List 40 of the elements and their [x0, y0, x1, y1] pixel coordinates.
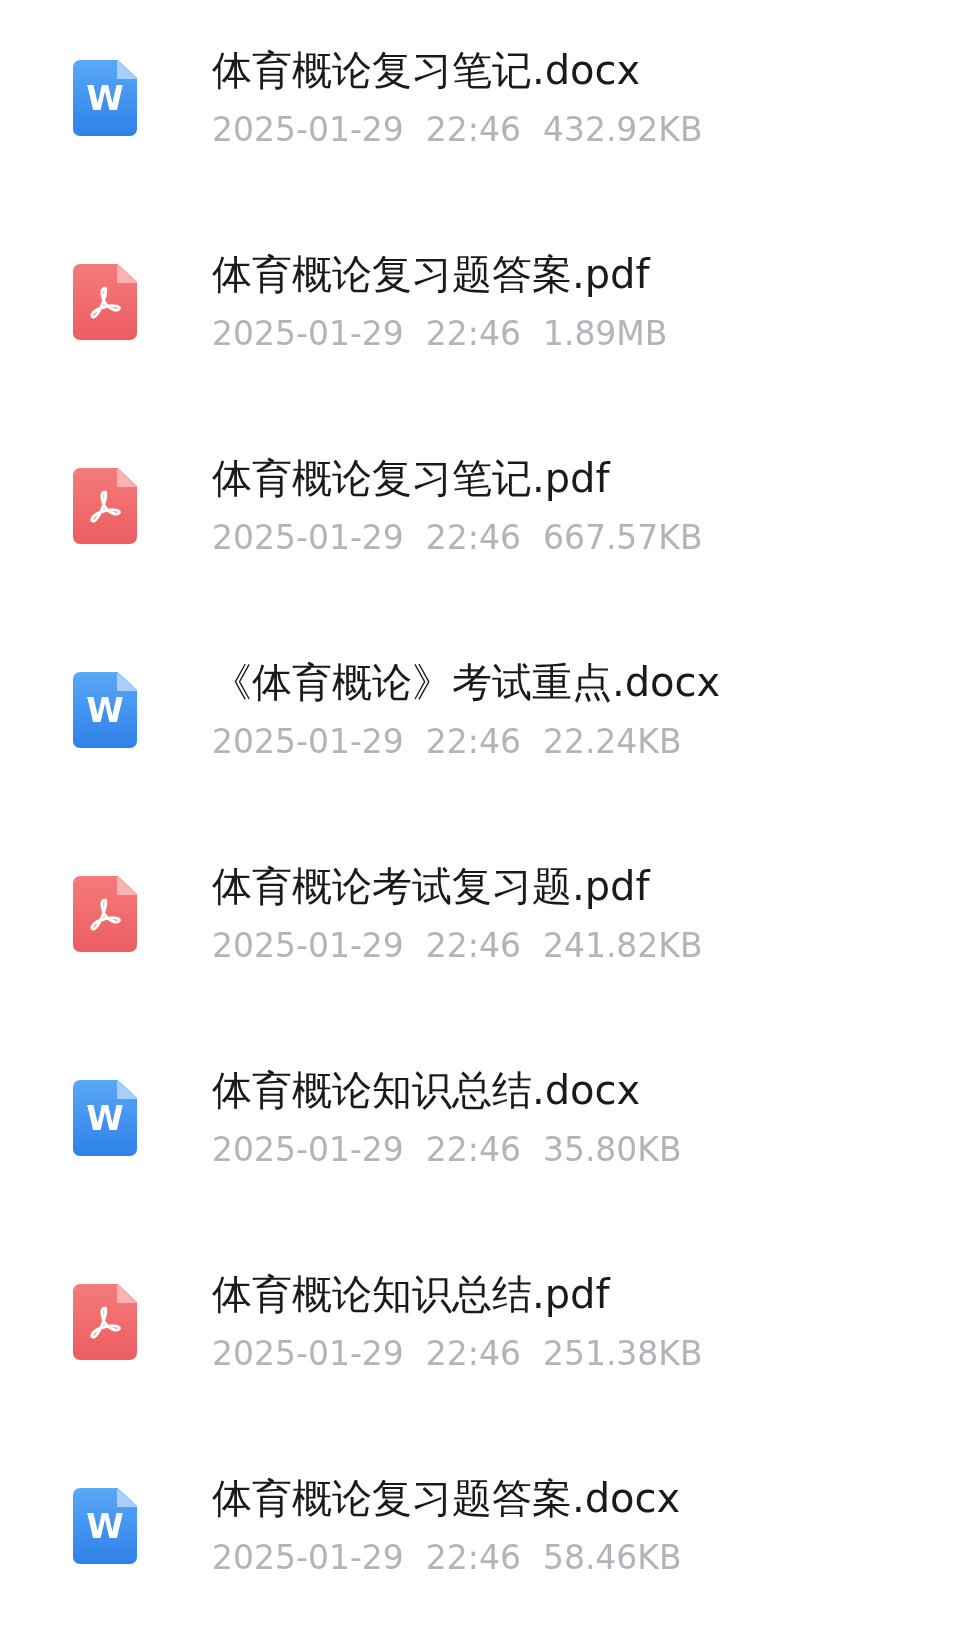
- file-time: 22:46: [425, 1131, 521, 1169]
- file-name[interactable]: 《体育概论》考试重点.docx: [212, 659, 721, 704]
- file-time: 22:46: [425, 1335, 521, 1373]
- file-size: 58.46KB: [542, 1539, 682, 1577]
- file-size: 1.89MB: [542, 315, 668, 353]
- file-name[interactable]: 体育概论知识总结.docx: [212, 1067, 682, 1112]
- word-file-icon: W: [73, 1488, 137, 1564]
- file-size: 22.24KB: [542, 723, 682, 761]
- word-file-icon: W: [73, 1080, 137, 1156]
- file-date: 2025-01-29: [212, 519, 404, 557]
- file-time: 22:46: [425, 927, 521, 965]
- file-time: 22:46: [425, 315, 521, 353]
- file-name[interactable]: 体育概论复习题答案.docx: [212, 1475, 682, 1520]
- file-date: 2025-01-29: [212, 315, 404, 353]
- file-name[interactable]: 体育概论知识总结.pdf: [212, 1271, 703, 1316]
- file-size: 251.38KB: [542, 1335, 703, 1373]
- pdf-file-icon: [73, 264, 137, 340]
- file-name[interactable]: 体育概论复习笔记.pdf: [212, 455, 703, 500]
- file-name[interactable]: 体育概论复习笔记.docx: [212, 47, 703, 92]
- file-size: 667.57KB: [542, 519, 703, 557]
- pdf-file-icon: [73, 468, 137, 544]
- file-time: 22:46: [425, 111, 521, 149]
- file-time: 22:46: [425, 723, 521, 761]
- file-name[interactable]: 体育概论考试复习题.pdf: [212, 863, 703, 908]
- file-size: 241.82KB: [542, 927, 703, 965]
- file-date: 2025-01-29: [212, 111, 404, 149]
- file-date: 2025-01-29: [212, 927, 404, 965]
- file-time: 22:46: [425, 1539, 521, 1577]
- file-size: 432.92KB: [542, 111, 703, 149]
- file-date: 2025-01-29: [212, 1131, 404, 1169]
- file-time: 22:46: [425, 519, 521, 557]
- file-date: 2025-01-29: [212, 1539, 404, 1577]
- pdf-file-icon: [73, 876, 137, 952]
- word-file-icon: W: [73, 60, 137, 136]
- file-name[interactable]: 体育概论复习题答案.pdf: [212, 251, 668, 296]
- file-date: 2025-01-29: [212, 1335, 404, 1373]
- word-file-icon: W: [73, 672, 137, 748]
- pdf-file-icon: [73, 1284, 137, 1360]
- file-size: 35.80KB: [542, 1131, 682, 1169]
- file-date: 2025-01-29: [212, 723, 404, 761]
